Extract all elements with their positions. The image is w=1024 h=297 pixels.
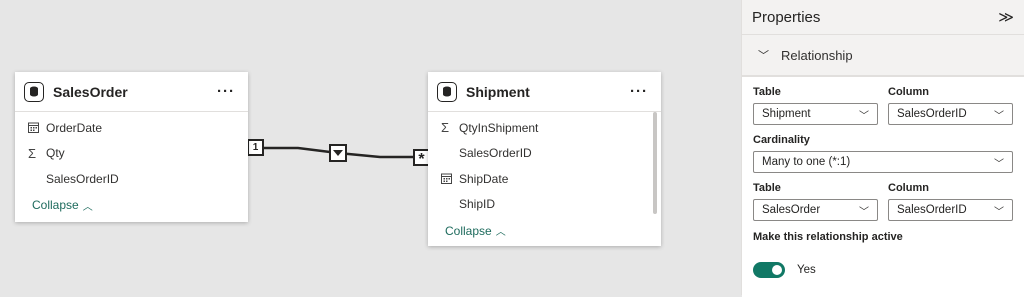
one-cardinality-marker: 1 xyxy=(247,139,264,156)
calendar-icon xyxy=(28,122,46,134)
collapse-link[interactable]: Collapse ︿ xyxy=(15,198,248,213)
active-label: Make this relationship active xyxy=(753,231,903,243)
one-marker-label: 1 xyxy=(252,142,259,153)
collapse-label: Collapse xyxy=(32,198,79,212)
chevron-down-icon: ﹀ xyxy=(859,110,869,122)
calendar-icon xyxy=(441,173,459,185)
database-icon xyxy=(437,81,457,102)
column1-value: SalesOrderID xyxy=(897,108,967,120)
table-title: Shipment xyxy=(466,83,530,100)
relationship-properties: Table Shipment ﹀ Column SalesOrderID ﹀ C… xyxy=(742,76,1024,297)
field-row[interactable]: SalesOrderID xyxy=(428,141,661,167)
scrollbar[interactable] xyxy=(653,112,657,214)
properties-pane: Properties ≫ ﹀ Relationship Table Shipme… xyxy=(741,0,1024,297)
table-card-header[interactable]: Shipment ··· xyxy=(428,72,661,112)
field-row[interactable]: Σ QtyInShipment xyxy=(428,115,661,141)
relationship-section-header[interactable]: ﹀ Relationship xyxy=(742,35,1024,76)
column2-dropdown[interactable]: SalesOrderID ﹀ xyxy=(888,199,1013,221)
model-canvas[interactable]: 1 * SalesOrder ··· OrderDate Σ Qty Sales… xyxy=(0,0,741,295)
chevron-down-icon: ﹀ xyxy=(859,206,869,218)
pane-header: Properties ≫ xyxy=(742,0,1024,35)
section-label: Relationship xyxy=(781,47,853,63)
database-icon xyxy=(24,81,44,102)
field-name: ShipDate xyxy=(459,171,509,186)
field-name: SalesOrderID xyxy=(46,171,119,186)
field-name: Qty xyxy=(46,146,65,161)
filter-direction-marker[interactable] xyxy=(329,144,347,162)
field-row[interactable]: OrderDate xyxy=(15,115,248,141)
table-card-header[interactable]: SalesOrder ··· xyxy=(15,72,248,112)
pane-title: Properties xyxy=(752,8,821,26)
field-name: SalesOrderID xyxy=(459,146,532,161)
filter-arrow-icon xyxy=(333,150,343,156)
column1-label: Column xyxy=(888,86,929,98)
column2-value: SalesOrderID xyxy=(897,204,967,216)
sigma-icon: Σ xyxy=(441,120,450,136)
chevron-up-icon: ︿ xyxy=(82,201,93,213)
chevron-up-icon: ︿ xyxy=(495,227,506,238)
cardinality-label: Cardinality xyxy=(753,134,810,146)
table2-dropdown[interactable]: SalesOrder ﹀ xyxy=(753,199,878,221)
field-row[interactable]: ShipID xyxy=(428,192,661,218)
table2-label: Table xyxy=(753,182,781,194)
chevron-down-icon: ﹀ xyxy=(994,158,1004,170)
toggle-knob xyxy=(772,265,782,275)
table-title: SalesOrder xyxy=(53,83,128,100)
field-name: OrderDate xyxy=(46,120,103,135)
chevron-down-icon: ﹀ xyxy=(994,206,1004,218)
column2-label: Column xyxy=(888,182,929,194)
chevron-down-icon: ﹀ xyxy=(758,50,769,62)
table2-value: SalesOrder xyxy=(762,204,821,216)
table-card-salesorder[interactable]: SalesOrder ··· OrderDate Σ Qty SalesOrde… xyxy=(15,72,248,222)
active-toggle[interactable] xyxy=(753,262,785,278)
collapse-link[interactable]: Collapse ︿ xyxy=(428,223,661,239)
sigma-icon: Σ xyxy=(28,145,37,161)
active-toggle-label: Yes xyxy=(797,264,816,276)
cardinality-value: Many to one (*:1) xyxy=(762,156,851,168)
field-name: ShipID xyxy=(459,197,496,212)
field-name: QtyInShipment xyxy=(459,120,539,135)
table1-value: Shipment xyxy=(762,108,811,120)
many-marker-label: * xyxy=(418,151,425,168)
more-options-icon[interactable]: ··· xyxy=(630,84,648,99)
field-row[interactable]: SalesOrderID xyxy=(15,166,248,192)
cardinality-dropdown[interactable]: Many to one (*:1) ﹀ xyxy=(753,151,1013,173)
field-row[interactable]: ShipDate xyxy=(428,166,661,192)
table1-dropdown[interactable]: Shipment ﹀ xyxy=(753,103,878,125)
table-card-shipment[interactable]: Shipment ··· Σ QtyInShipment SalesOrderI… xyxy=(428,72,661,246)
table1-label: Table xyxy=(753,86,781,98)
chevron-down-icon: ﹀ xyxy=(994,110,1004,122)
collapse-label: Collapse xyxy=(445,223,492,238)
more-options-icon[interactable]: ··· xyxy=(217,84,235,99)
column1-dropdown[interactable]: SalesOrderID ﹀ xyxy=(888,103,1013,125)
field-row[interactable]: Σ Qty xyxy=(15,141,248,167)
collapse-pane-icon[interactable]: ≫ xyxy=(998,8,1014,26)
